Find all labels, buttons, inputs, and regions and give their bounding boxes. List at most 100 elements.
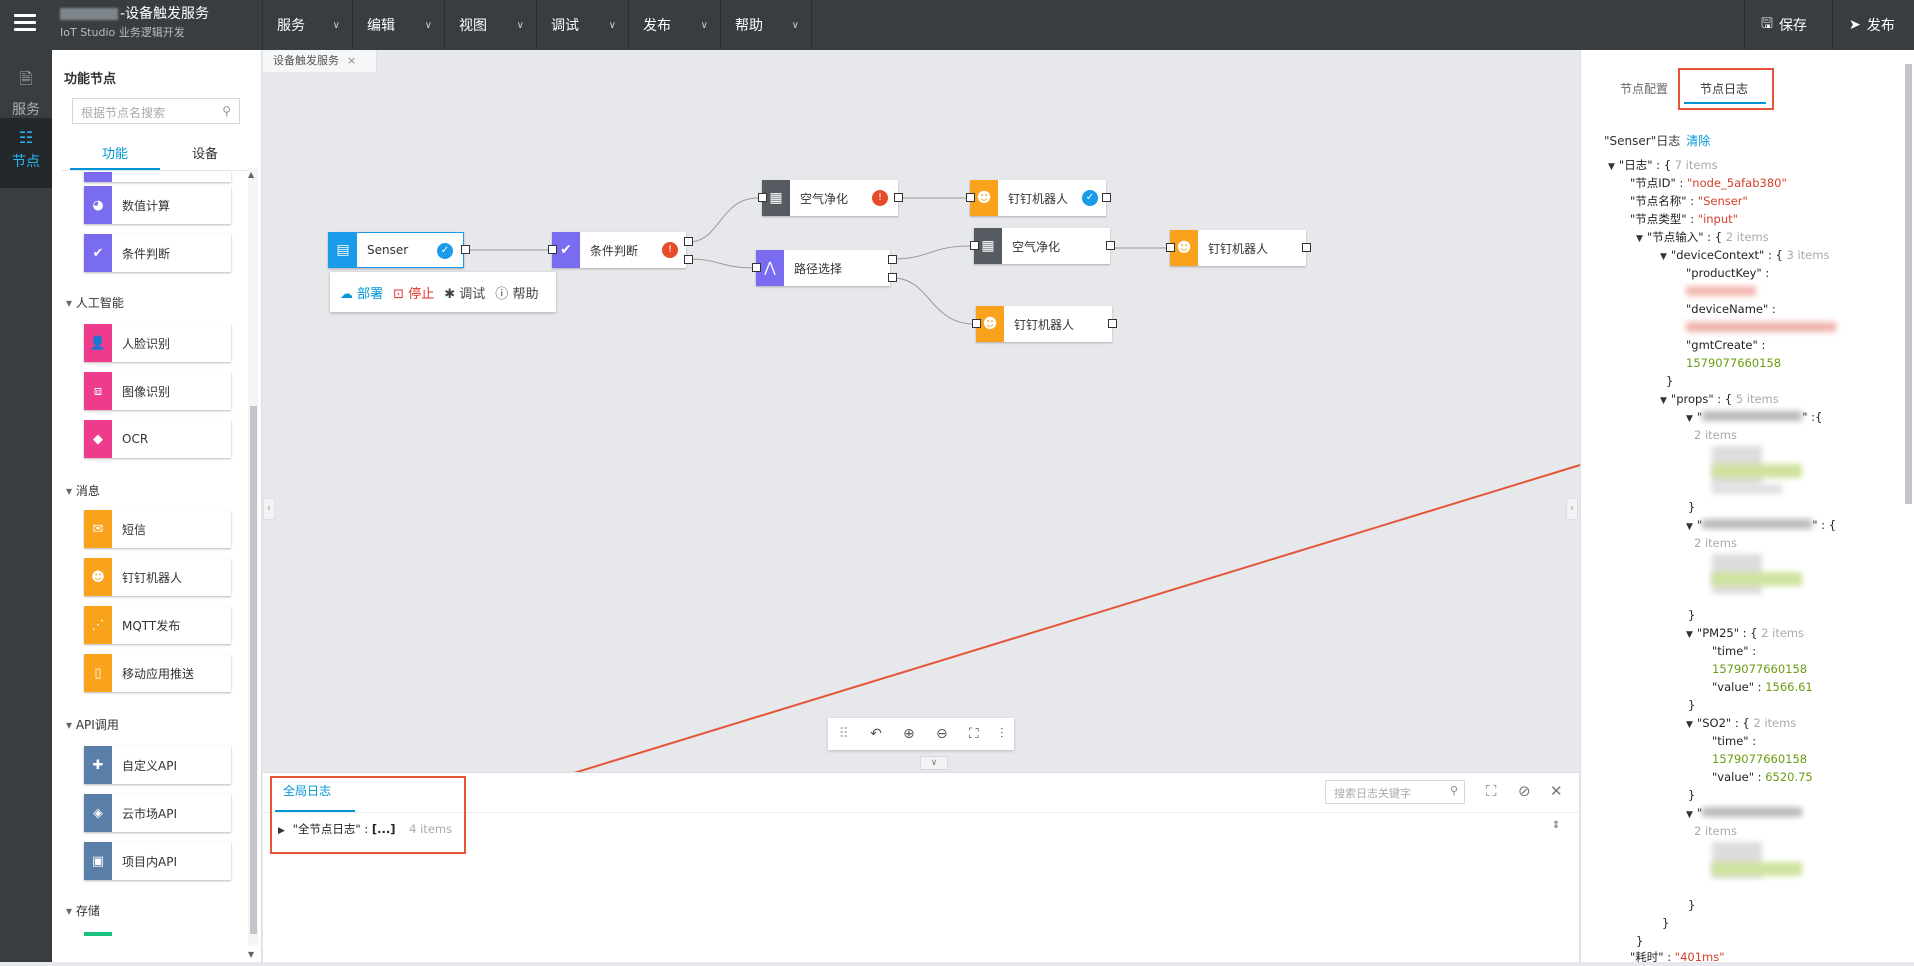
json-so2-time-value: 1579077660158 [1712, 752, 1808, 766]
output-port[interactable] [1106, 241, 1115, 250]
edge [688, 197, 759, 243]
canvas-node-path-select[interactable]: ⋀ 路径选择 [756, 250, 890, 286]
search-icon: ⚲ [1449, 784, 1458, 797]
fit-screen-icon[interactable]: ⛶ [969, 726, 979, 742]
canvas-node-dingtalk-2[interactable]: ☻ 钉钉机器人 [1170, 230, 1306, 266]
warning-icon: ! [872, 190, 888, 206]
json-node-input[interactable]: ▼ "节点输入" : { 2 items [1636, 228, 1769, 248]
json-product-key: "productKey" : [1686, 266, 1770, 280]
json-pm25-value: "value" : 1566.61 [1712, 680, 1813, 694]
redacted-value [1712, 572, 1802, 586]
warning-icon: ! [662, 242, 678, 258]
input-port[interactable] [758, 193, 767, 202]
input-port[interactable] [970, 241, 979, 250]
json-count: 2 items [1694, 536, 1737, 550]
input-port[interactable] [966, 193, 975, 202]
output-port[interactable] [888, 273, 897, 282]
output-port[interactable] [461, 245, 470, 254]
canvas-node-air-purifier-1[interactable]: ▦ 空气净化 ! [762, 180, 898, 216]
redacted-value [1712, 464, 1802, 478]
right-scrollbar[interactable] [1905, 64, 1912, 504]
settings-sliders-icon[interactable]: ⫶ [1000, 726, 1004, 742]
sort-icon[interactable]: ⇕ [1552, 820, 1560, 831]
json-so2-value: "value" : 6520.75 [1712, 770, 1813, 784]
edge [688, 258, 757, 269]
canvas-toolbar: ⠿ ↶ ⊕ ⊖ ⛶ ⫶ [828, 718, 1014, 750]
input-port[interactable] [548, 245, 557, 254]
clear-log-link[interactable]: 清除 [1686, 134, 1710, 148]
json-pm25-time: "time" : [1712, 644, 1757, 658]
canvas-node-dingtalk-1[interactable]: ☻ 钉钉机器人 ✓ [970, 180, 1106, 216]
output-port[interactable] [684, 255, 693, 264]
json-count: 2 items [1694, 824, 1737, 838]
json-close-brace: } [1688, 788, 1696, 802]
canvas-node-air-purifier-2[interactable]: ▦ 空气净化 [974, 228, 1110, 264]
canvas-node-senser[interactable]: ▤ Senser ✓ [328, 232, 464, 268]
json-node-id: "节点ID" : "node_5afab380" [1630, 176, 1787, 190]
output-port[interactable] [1302, 243, 1311, 252]
json-gmt-create: "gmtCreate" : [1686, 338, 1766, 352]
json-node-type: "节点类型" : "input" [1630, 212, 1738, 226]
json-count: 2 items [1694, 428, 1737, 442]
json-pm25[interactable]: ▼ "PM25" : { 2 items [1686, 624, 1804, 644]
json-close-brace: } [1688, 608, 1696, 622]
json-close-brace: } [1666, 374, 1674, 388]
redacted-value [1712, 484, 1782, 494]
input-port[interactable] [1166, 243, 1175, 252]
success-icon: ✓ [437, 243, 453, 259]
annotation-arrow [465, 457, 1604, 807]
drag-handle-icon[interactable]: ⠿ [839, 726, 849, 742]
json-props[interactable]: ▼ "props" : { 5 items [1660, 390, 1779, 410]
redacted-value [1712, 862, 1802, 876]
output-port[interactable] [1108, 319, 1117, 328]
debug-action[interactable]: ✱ 调试 [444, 283, 485, 302]
help-action[interactable]: ⓘ 帮助 [495, 283, 538, 302]
annotation-box-global-log [270, 776, 466, 854]
output-port[interactable] [888, 255, 897, 264]
stop-action[interactable]: ⊡ 停止 [393, 283, 434, 302]
json-log-root[interactable]: ▼ "日志" : { 7 items [1608, 156, 1718, 176]
collapse-bottom-icon[interactable]: ∨ [920, 756, 948, 770]
json-close-brace: } [1688, 698, 1696, 712]
edge [892, 277, 975, 325]
log-search-input[interactable]: 搜索日志关键字 ⚲ [1325, 780, 1465, 804]
json-prop-redacted-1[interactable]: ▼ " " :{ [1686, 408, 1822, 428]
fullscreen-icon[interactable]: ⛶ [1486, 782, 1497, 800]
json-close-brace: } [1688, 898, 1696, 912]
cloud-upload-icon: ☁ [340, 286, 353, 302]
redacted-value [1686, 322, 1836, 332]
canvas-node-condition[interactable]: ✔ 条件判断 ! [552, 232, 686, 268]
tab-node-config[interactable]: 节点配置 [1620, 80, 1668, 97]
log-title: "Senser"日志 清除 [1604, 134, 1711, 148]
redacted-value [1686, 286, 1756, 296]
bug-icon: ✱ [444, 286, 456, 302]
clear-log-icon[interactable]: ⊘ [1518, 782, 1531, 800]
json-prop-redacted-3[interactable]: ▼ " [1686, 804, 1803, 824]
node-action-bar: ☁ 部署 ⊡ 停止 ✱ 调试 ⓘ 帮助 [330, 272, 556, 312]
json-prop-redacted-2[interactable]: ▼ " " : { [1686, 516, 1836, 536]
json-elapsed: "耗时" : "401ms" [1630, 950, 1725, 964]
json-so2[interactable]: ▼ "SO2" : { 2 items [1686, 714, 1796, 734]
deploy-action[interactable]: ☁ 部署 [340, 283, 383, 302]
annotation-box-node-log [1678, 68, 1774, 110]
json-so2-time: "time" : [1712, 734, 1757, 748]
canvas-node-dingtalk-3[interactable]: ☻ 钉钉机器人 [976, 306, 1112, 342]
output-port[interactable] [894, 193, 903, 202]
output-port[interactable] [684, 237, 693, 246]
json-close-brace: } [1662, 916, 1670, 930]
json-device-name: "deviceName" : [1686, 302, 1776, 316]
json-device-context[interactable]: ▼ "deviceContext" : { 3 items [1660, 246, 1829, 266]
input-port[interactable] [972, 319, 981, 328]
json-node-name: "节点名称" : "Senser" [1630, 194, 1748, 208]
json-gmt-create-value: 1579077660158 [1686, 356, 1782, 370]
zoom-out-icon[interactable]: ⊖ [936, 726, 948, 742]
undo-icon[interactable]: ↶ [870, 726, 882, 742]
json-pm25-time-value: 1579077660158 [1712, 662, 1808, 676]
json-close-brace: } [1688, 500, 1696, 514]
input-port[interactable] [752, 263, 761, 272]
edge [892, 245, 971, 260]
close-icon[interactable]: ✕ [1550, 782, 1563, 800]
output-port[interactable] [1102, 193, 1111, 202]
zoom-in-icon[interactable]: ⊕ [903, 726, 915, 742]
success-icon: ✓ [1082, 190, 1098, 206]
